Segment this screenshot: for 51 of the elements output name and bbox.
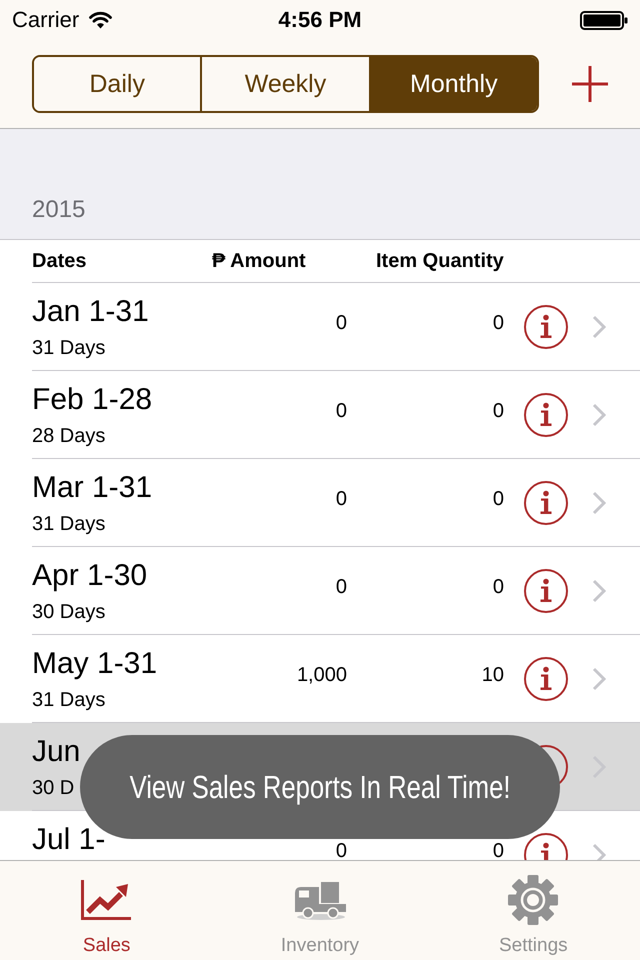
- day-count: 28 Days: [32, 424, 106, 448]
- day-count: 30 Days: [32, 600, 106, 624]
- column-header: ₱ Amount: [212, 250, 307, 272]
- wifi-icon: [89, 11, 112, 29]
- day-count: 31 Days: [32, 688, 106, 712]
- date-range: May 1-31: [32, 646, 158, 682]
- quantity-cell: 0: [492, 490, 504, 508]
- line-chart-icon: [80, 880, 133, 920]
- amount-cell: 0: [336, 578, 347, 596]
- date-range: Feb 1-28: [32, 382, 152, 418]
- section-title: 2015: [32, 196, 86, 224]
- chevron-icon: [592, 314, 606, 338]
- date-range: Mar 1-31: [32, 470, 152, 506]
- quantity-cell: 0: [492, 842, 504, 860]
- amount-cell: 0: [336, 842, 347, 860]
- info-icon[interactable]: [524, 392, 568, 436]
- date-range: Jan 1-31: [32, 294, 149, 330]
- chevron-icon: [592, 666, 606, 690]
- info-icon[interactable]: [524, 304, 568, 348]
- info-icon[interactable]: [524, 480, 568, 524]
- day-count: 31 Days: [32, 336, 106, 360]
- amount-cell: 0: [336, 490, 347, 508]
- amount-cell: 1,000: [296, 666, 347, 684]
- quantity-cell: 10: [482, 666, 504, 684]
- gear-icon: [507, 874, 560, 926]
- carrier-name: Carrier: [12, 7, 80, 33]
- chevron-icon: [592, 578, 606, 602]
- truck-icon: [294, 880, 346, 920]
- chevron-icon: [592, 490, 606, 514]
- quantity-cell: 0: [492, 314, 504, 332]
- chevron-icon: [592, 842, 606, 860]
- date-range: Jul 1-: [32, 822, 106, 858]
- battery-icon: [580, 10, 628, 30]
- amount-cell: 0: [336, 402, 347, 420]
- segment-tab[interactable]: Monthly: [368, 57, 537, 111]
- quantity-cell: 0: [492, 402, 504, 420]
- info-icon[interactable]: [524, 656, 568, 700]
- date-range: Jun: [32, 734, 80, 770]
- toast-text: View Sales Reports In Real Time!: [130, 768, 510, 806]
- quantity-cell: 0: [492, 578, 504, 596]
- add-button[interactable]: [572, 66, 608, 102]
- day-count: 31 Days: [32, 512, 106, 536]
- tab-bar-item[interactable]: Sales: [0, 861, 214, 960]
- status-time: 4:56 PM: [278, 7, 362, 33]
- day-count: 30 D: [32, 776, 74, 800]
- date-range: Apr 1-30: [32, 558, 148, 594]
- column-header: Item Quantity: [376, 250, 505, 272]
- column-header: Dates: [32, 250, 88, 272]
- info-icon[interactable]: [524, 568, 568, 612]
- amount-cell: 0: [336, 314, 347, 332]
- chevron-icon: [592, 402, 606, 426]
